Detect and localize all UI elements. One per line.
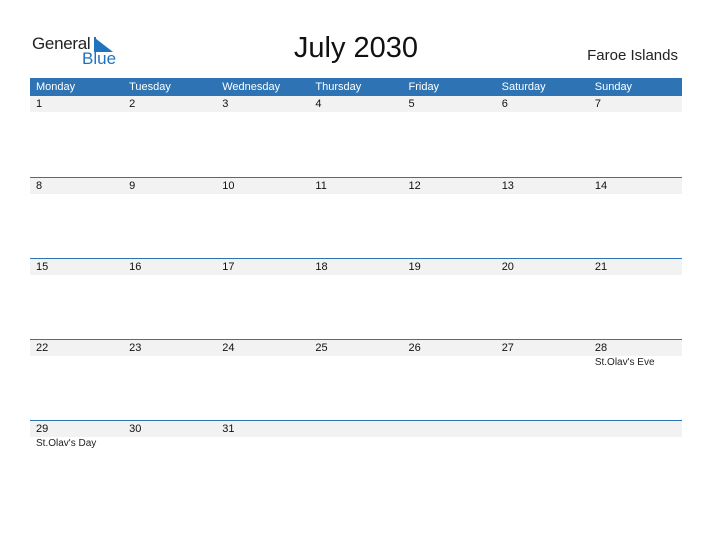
day-number: 31 xyxy=(222,423,235,435)
weekday-friday: Friday xyxy=(408,81,440,93)
day-cell: 29 St.Olav's Day xyxy=(30,420,123,501)
weekday-tuesday: Tuesday xyxy=(129,81,171,93)
day-cell: 14 xyxy=(589,177,682,258)
day-number: 7 xyxy=(594,98,601,110)
day-cell: 17 xyxy=(216,258,309,339)
day-cell: 3 xyxy=(216,96,309,177)
day-cell: 18 xyxy=(309,258,402,339)
day-number: 14 xyxy=(594,180,608,192)
day-number: 27 xyxy=(501,342,514,354)
day-number: 13 xyxy=(501,180,514,192)
day-number: 18 xyxy=(315,261,328,273)
day-cell: 4 xyxy=(309,96,402,177)
week-row: 22 23 24 25 26 27 28 St.Olav's Eve xyxy=(30,339,682,420)
day-number: 1 xyxy=(36,98,43,110)
day-number: 10 xyxy=(222,180,235,192)
day-number: 2 xyxy=(129,98,136,110)
day-cell: 25 xyxy=(309,339,402,420)
day-cell: 22 xyxy=(30,339,123,420)
day-number: 28 xyxy=(594,342,608,354)
day-number: 12 xyxy=(408,180,421,192)
day-number: 25 xyxy=(315,342,328,354)
day-number: 19 xyxy=(408,261,421,273)
day-cell: 9 xyxy=(123,177,216,258)
holiday-label: St.Olav's Day xyxy=(36,438,97,449)
day-number: 23 xyxy=(129,342,142,354)
day-cell xyxy=(309,420,402,501)
day-number: 5 xyxy=(408,98,415,110)
day-number: 21 xyxy=(594,261,608,273)
day-cell: 10 xyxy=(216,177,309,258)
day-cell: 6 xyxy=(496,96,589,177)
day-cell: 11 xyxy=(309,177,402,258)
weekday-monday: Monday xyxy=(36,81,76,93)
holiday-label: St.Olav's Eve xyxy=(594,357,655,368)
day-cell: 2 xyxy=(123,96,216,177)
day-number: 20 xyxy=(501,261,514,273)
weekday-header: Monday Tuesday Wednesday Thursday Friday… xyxy=(30,78,682,96)
day-number: 22 xyxy=(36,342,49,354)
day-number: 29 xyxy=(36,423,49,435)
day-cell: 24 xyxy=(216,339,309,420)
day-cell: 5 xyxy=(403,96,496,177)
day-cell: 28 St.Olav's Eve xyxy=(589,339,682,420)
day-number: 16 xyxy=(129,261,142,273)
day-number: 8 xyxy=(36,180,43,192)
week-row: 29 St.Olav's Day 30 31 xyxy=(30,420,682,501)
day-cell: 19 xyxy=(403,258,496,339)
day-cell: 30 xyxy=(123,420,216,501)
country-label: Faroe Islands xyxy=(587,47,678,64)
week-row: 15 16 17 18 19 20 21 xyxy=(30,258,682,339)
day-cell xyxy=(403,420,496,501)
day-cell: 20 xyxy=(496,258,589,339)
day-cell: 26 xyxy=(403,339,496,420)
weekday-thursday: Thursday xyxy=(315,81,362,93)
day-cell: 16 xyxy=(123,258,216,339)
day-number: 30 xyxy=(129,423,142,435)
day-cell: 8 xyxy=(30,177,123,258)
day-cell: 31 xyxy=(216,420,309,501)
day-number: 4 xyxy=(315,98,322,110)
day-number: 6 xyxy=(501,98,508,110)
day-number: 17 xyxy=(222,261,235,273)
day-number: 15 xyxy=(36,261,49,273)
day-number: 11 xyxy=(315,180,327,192)
day-cell: 13 xyxy=(496,177,589,258)
week-row: 1 2 3 4 5 6 7 xyxy=(30,96,682,177)
day-number: 24 xyxy=(222,342,235,354)
week-row: 8 9 10 11 12 13 14 xyxy=(30,177,682,258)
day-cell xyxy=(496,420,589,501)
day-cell: 27 xyxy=(496,339,589,420)
day-cell: 23 xyxy=(123,339,216,420)
weekday-sunday: Sunday xyxy=(594,81,633,93)
day-number: 3 xyxy=(222,98,229,110)
day-cell: 7 xyxy=(589,96,682,177)
day-cell: 15 xyxy=(30,258,123,339)
weekday-saturday: Saturday xyxy=(501,81,546,93)
day-number: 9 xyxy=(129,180,136,192)
day-cell: 21 xyxy=(589,258,682,339)
weekday-wednesday: Wednesday xyxy=(222,81,281,93)
day-number: 26 xyxy=(408,342,421,354)
day-cell xyxy=(589,420,682,501)
day-cell: 12 xyxy=(403,177,496,258)
day-cell: 1 xyxy=(30,96,123,177)
